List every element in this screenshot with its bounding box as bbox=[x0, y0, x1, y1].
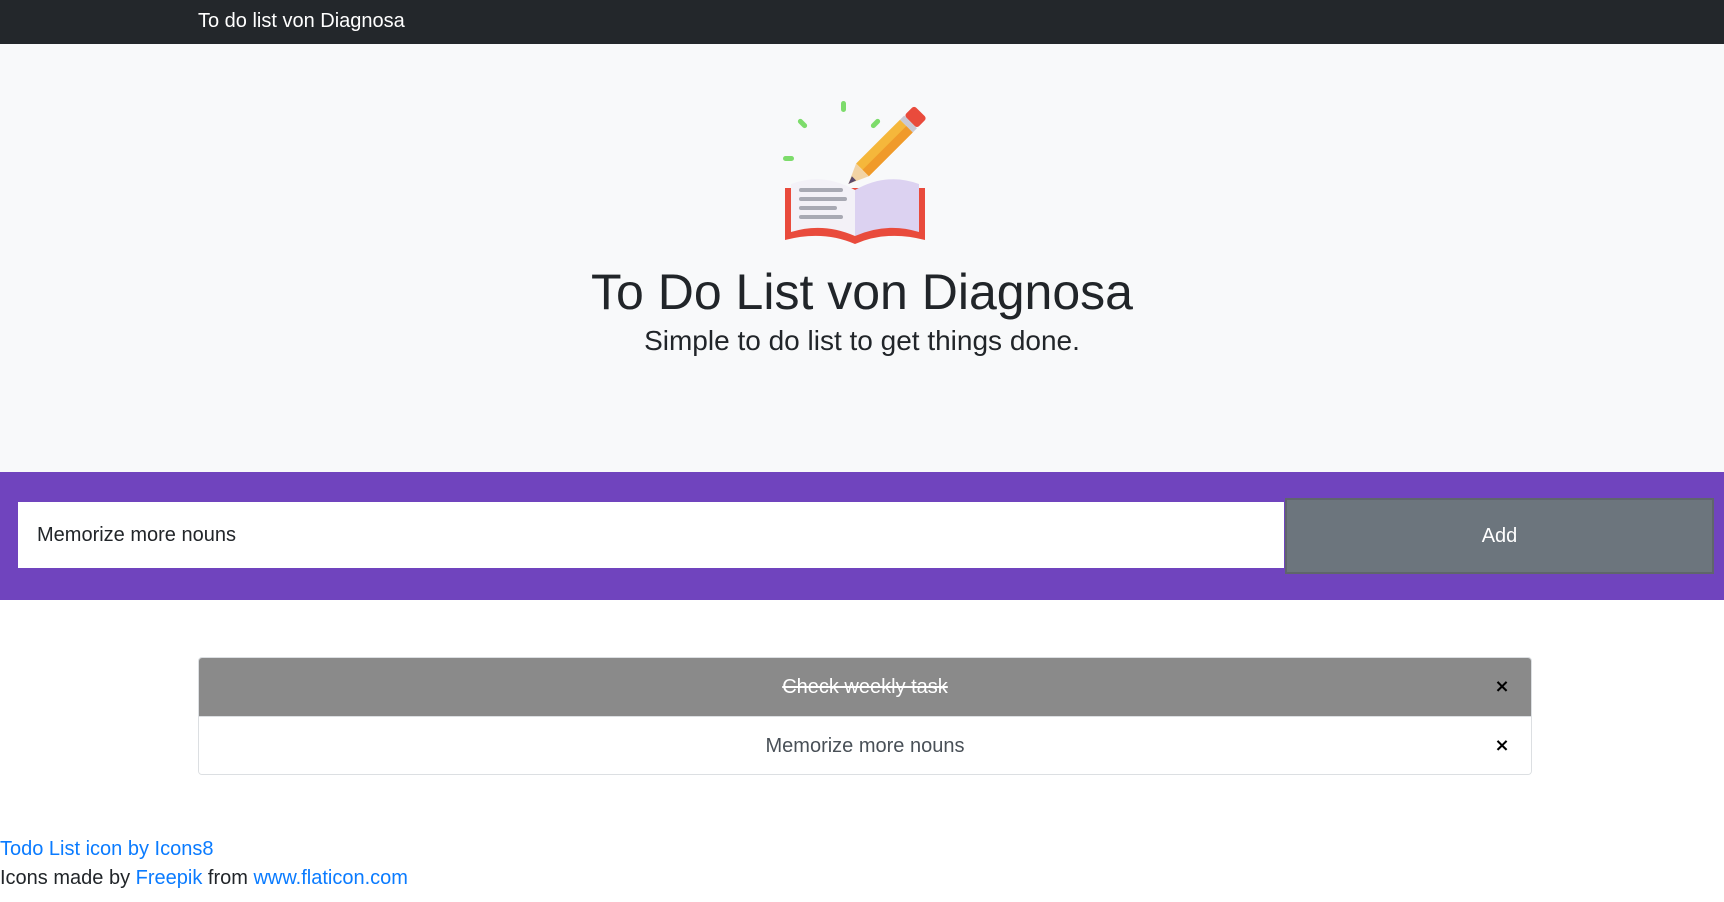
page-subtitle: Simple to do list to get things done. bbox=[644, 325, 1080, 356]
remove-todo-button[interactable]: × bbox=[1491, 717, 1513, 774]
todo-item[interactable]: Memorize more nouns × bbox=[199, 716, 1531, 774]
page-title: To Do List von Diagnosa bbox=[591, 264, 1133, 320]
credit-middle: from bbox=[202, 867, 254, 889]
add-todo-form: Add bbox=[0, 472, 1724, 600]
credit-line-icons8: Todo List icon by Icons8 bbox=[0, 835, 408, 864]
flaticon-link[interactable]: www.flaticon.com bbox=[253, 867, 408, 889]
open-book-pencil-icon bbox=[783, 101, 926, 244]
credit-prefix: Icons made by bbox=[0, 867, 136, 889]
freepik-link[interactable]: Freepik bbox=[136, 867, 203, 889]
footer-credits: Todo List icon by Icons8 Icons made by F… bbox=[0, 835, 408, 893]
credit-line-freepik: Icons made by Freepik from www.flaticon.… bbox=[0, 864, 408, 893]
todo-item-done[interactable]: Check weekly task × bbox=[199, 658, 1531, 716]
add-button[interactable]: Add bbox=[1285, 498, 1714, 574]
task-input[interactable] bbox=[18, 502, 1284, 568]
remove-todo-button[interactable]: × bbox=[1491, 658, 1513, 716]
todo-text: Check weekly task bbox=[782, 676, 948, 698]
navbar: To do list von Diagnosa bbox=[0, 0, 1724, 44]
hero-section: To Do List von Diagnosa Simple to do lis… bbox=[0, 44, 1724, 472]
navbar-brand[interactable]: To do list von Diagnosa bbox=[198, 10, 405, 32]
todo-list: Check weekly task × Memorize more nouns … bbox=[198, 657, 1532, 775]
icons8-link[interactable]: Todo List icon by Icons8 bbox=[0, 838, 213, 860]
todo-text: Memorize more nouns bbox=[765, 735, 965, 757]
